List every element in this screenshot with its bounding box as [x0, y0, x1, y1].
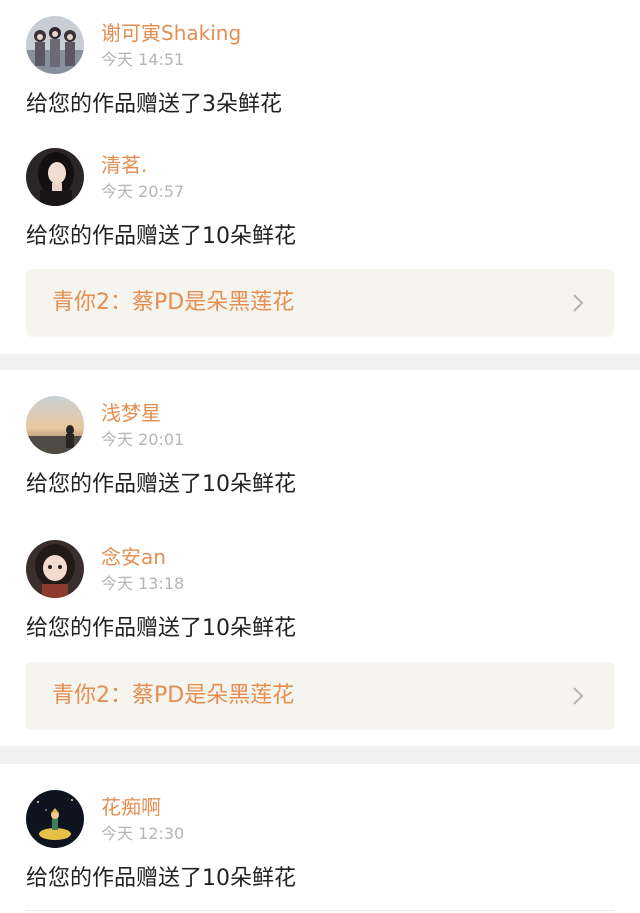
- section-divider: [0, 354, 640, 370]
- gift-notification-item: 浅梦星 今天 20:01 给您的作品赠送了10朵鲜花: [0, 396, 640, 524]
- timestamp: 今天 12:30: [101, 824, 185, 843]
- gift-message: 给您的作品赠送了10朵鲜花: [26, 224, 296, 249]
- chevron-right-icon: [568, 685, 588, 707]
- gift-notification-item: 谢可寅Shaking 今天 14:51 给您的作品赠送了3朵鲜花: [0, 16, 640, 144]
- gift-notification-group: 花痴啊 今天 12:30 给您的作品赠送了10朵鲜花: [0, 764, 640, 913]
- section-divider: [0, 746, 640, 764]
- avatar-sunset-silhouette[interactable]: [26, 396, 84, 454]
- gift-notification-item: 清茗. 今天 20:57 给您的作品赠送了10朵鲜花: [0, 148, 640, 276]
- timestamp: 今天 20:01: [101, 430, 185, 449]
- timestamp: 今天 14:51: [101, 50, 185, 69]
- work-link-card[interactable]: 青你2：蔡PD是朵黑莲花: [26, 662, 614, 730]
- avatar-portrait[interactable]: [26, 148, 84, 206]
- notification-page: 谢可寅Shaking 今天 14:51 给您的作品赠送了3朵鲜花 清茗. 今天 …: [0, 0, 640, 913]
- timestamp: 今天 13:18: [101, 574, 185, 593]
- list-divider: [26, 910, 614, 911]
- username[interactable]: 花痴啊: [101, 795, 161, 819]
- gift-notification-group: 浅梦星 今天 20:01 给您的作品赠送了10朵鲜花 念安an 今天 13:18…: [0, 370, 640, 746]
- username[interactable]: 浅梦星: [101, 401, 161, 425]
- work-title: 青你2：蔡PD是朵黑莲花: [52, 290, 295, 315]
- avatar-group-photo[interactable]: [26, 16, 84, 74]
- username[interactable]: 谢可寅Shaking: [101, 21, 241, 45]
- username[interactable]: 念安an: [101, 545, 166, 569]
- gift-notification-item: 花痴啊 今天 12:30 给您的作品赠送了10朵鲜花: [0, 790, 640, 913]
- gift-message: 给您的作品赠送了10朵鲜花: [26, 472, 296, 497]
- timestamp: 今天 20:57: [101, 182, 185, 201]
- avatar-child-portrait[interactable]: [26, 540, 84, 598]
- username[interactable]: 清茗.: [101, 153, 147, 177]
- gift-message: 给您的作品赠送了10朵鲜花: [26, 616, 296, 641]
- chevron-right-icon: [568, 292, 588, 314]
- work-title: 青你2：蔡PD是朵黑莲花: [52, 683, 295, 708]
- work-link-card[interactable]: 青你2：蔡PD是朵黑莲花: [26, 269, 614, 337]
- avatar-little-prince[interactable]: [26, 790, 84, 848]
- gift-message: 给您的作品赠送了10朵鲜花: [26, 866, 296, 891]
- gift-notification-item: 念安an 今天 13:18 给您的作品赠送了10朵鲜花: [0, 540, 640, 668]
- gift-message: 给您的作品赠送了3朵鲜花: [26, 92, 282, 117]
- gift-notification-group: 谢可寅Shaking 今天 14:51 给您的作品赠送了3朵鲜花 清茗. 今天 …: [0, 0, 640, 354]
